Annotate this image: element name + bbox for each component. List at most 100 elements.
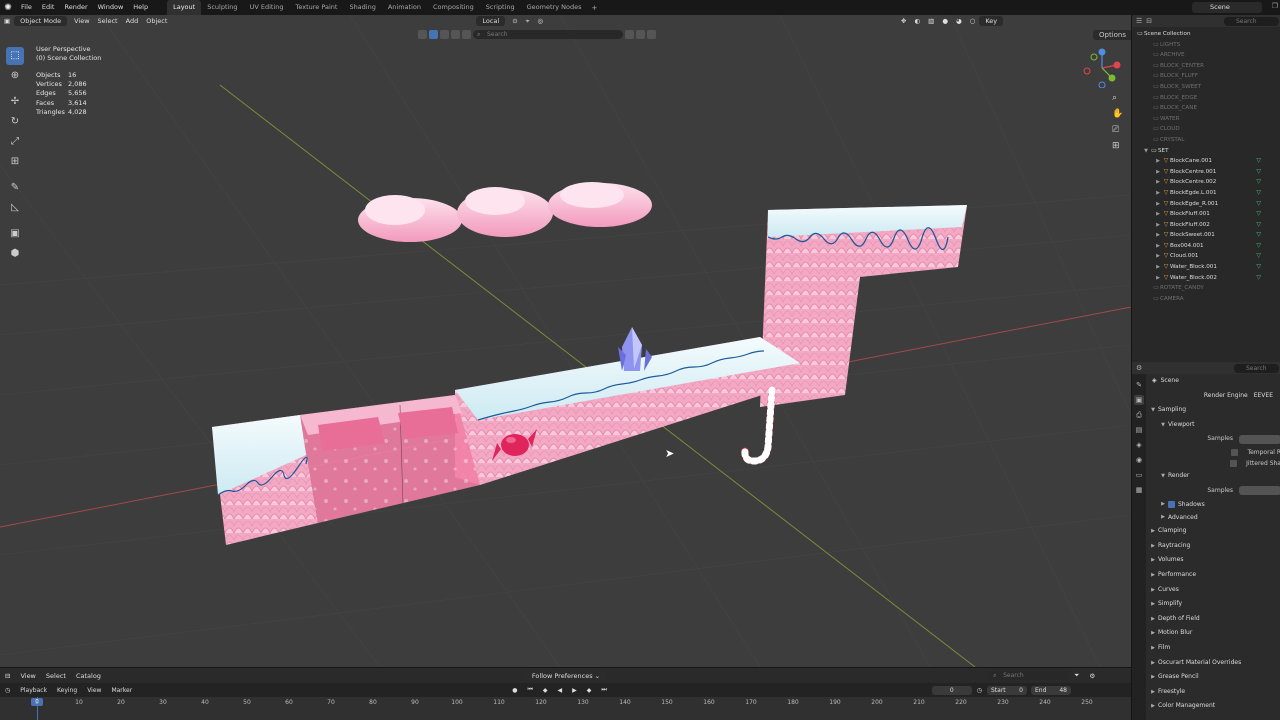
- outliner-object[interactable]: ▶ ▽ BlockEgde_R.001 ▽: [1132, 199, 1280, 210]
- pan-hand-icon[interactable]: ✋: [1112, 109, 1123, 119]
- playback-menu[interactable]: Playback: [15, 687, 52, 694]
- scale-tool-icon[interactable]: ⤢: [6, 133, 24, 151]
- tab-scripting[interactable]: Scripting: [480, 0, 521, 15]
- outliner-type-icon[interactable]: ☰: [1136, 17, 1142, 25]
- tab-shading[interactable]: Shading: [343, 0, 381, 15]
- render-engine-dropdown[interactable]: EEVEE: [1254, 389, 1273, 404]
- outliner-object[interactable]: ▶ ▽ Cloud.001 ▽: [1132, 251, 1280, 262]
- viewport-search-input[interactable]: Search: [473, 29, 623, 39]
- expand-icon[interactable]: ▶: [1154, 220, 1162, 231]
- outliner-search-input[interactable]: Search: [1224, 17, 1279, 26]
- record-icon[interactable]: ●: [507, 687, 522, 694]
- properties-type-icon[interactable]: ⚙: [1136, 364, 1142, 372]
- start-frame-field[interactable]: Start 0: [987, 685, 1027, 695]
- view-layer-tab-icon[interactable]: ▤: [1134, 425, 1144, 435]
- outliner-object[interactable]: ▶ ▽ BlockCane.001 ▽: [1132, 156, 1280, 167]
- shading-material-icon[interactable]: ◕: [952, 15, 966, 27]
- outliner-collection[interactable]: ▭ BLOCK_SWEET: [1132, 82, 1280, 93]
- outliner-object[interactable]: ▶ ▽ BlockFluff.001 ▽: [1132, 209, 1280, 220]
- properties-panel[interactable]: ▶ Simplify: [1148, 597, 1280, 612]
- expand-icon[interactable]: ▶: [1154, 262, 1162, 273]
- expand-icon[interactable]: ▶: [1154, 199, 1162, 210]
- samples-input[interactable]: [1239, 486, 1280, 496]
- timeline-menu-view[interactable]: View: [15, 672, 40, 680]
- outliner-object[interactable]: ▶ ▽ BlockCentre.001 ▽: [1132, 167, 1280, 178]
- properties-panel[interactable]: ▶ Curves: [1148, 583, 1280, 598]
- pivot-icon[interactable]: ⊙: [508, 15, 521, 27]
- properties-panel[interactable]: ▶ Oscurart Material Overrides: [1148, 656, 1280, 671]
- measure-tool-icon[interactable]: ◺: [6, 199, 24, 217]
- texture-tab-icon[interactable]: ▦: [1134, 485, 1144, 495]
- viewport-menu-view[interactable]: View: [70, 15, 93, 27]
- temporal-checkbox-row[interactable]: Temporal R: [1148, 447, 1280, 458]
- editor-type-icon[interactable]: ◷: [0, 687, 15, 694]
- current-frame-field[interactable]: 0: [931, 685, 972, 695]
- tab-uv-editing[interactable]: UV Editing: [244, 0, 290, 15]
- view-menu[interactable]: View: [82, 687, 106, 694]
- add-workspace-icon[interactable]: +: [587, 4, 601, 12]
- menu-help[interactable]: Help: [128, 0, 153, 15]
- properties-panel[interactable]: ▶ Volumes: [1148, 553, 1280, 568]
- timeline-search-input[interactable]: Search: [989, 671, 1070, 680]
- panel-advanced[interactable]: ▶ Advanced: [1148, 511, 1280, 524]
- tab-animation[interactable]: Animation: [382, 0, 427, 15]
- outliner-collection[interactable]: ▭ BLOCK_FLUFF: [1132, 71, 1280, 82]
- viewport-menu-object[interactable]: Object: [142, 15, 171, 27]
- outliner-set[interactable]: ▼ ▭ SET: [1132, 146, 1280, 157]
- key-button[interactable]: Key: [979, 16, 1004, 26]
- outliner-collection[interactable]: ▭ ARCHIVE: [1132, 50, 1280, 61]
- tab-compositing[interactable]: Compositing: [427, 0, 480, 15]
- camera-view-icon[interactable]: ⎚: [1112, 125, 1123, 135]
- checkbox[interactable]: [1231, 448, 1239, 456]
- menu-render[interactable]: Render: [59, 0, 92, 15]
- expand-icon[interactable]: ▶: [1154, 167, 1162, 178]
- transform-tool-icon[interactable]: ⊞: [6, 153, 24, 171]
- filter-camera-icon[interactable]: [462, 29, 471, 39]
- outliner-collection[interactable]: ▭ ROTATE_CANDY: [1132, 283, 1280, 294]
- filter-active-icon[interactable]: [429, 29, 438, 39]
- blender-logo-icon[interactable]: ✺: [0, 0, 16, 15]
- samples-input[interactable]: [1239, 435, 1280, 445]
- filter-funnel-icon[interactable]: ⏷: [1069, 671, 1084, 680]
- shading-rendered-icon[interactable]: ○: [966, 15, 980, 27]
- tab-geometry-nodes[interactable]: Geometry Nodes: [521, 0, 588, 15]
- mode-dropdown[interactable]: Object Mode: [14, 16, 68, 26]
- tab-layout[interactable]: Layout: [167, 0, 202, 15]
- sort-icon[interactable]: [636, 29, 645, 39]
- rotate-tool-icon[interactable]: ↻: [6, 113, 24, 131]
- panel-render[interactable]: ▼ Render: [1148, 469, 1280, 484]
- outliner-display-icon[interactable]: ⊟: [1146, 17, 1152, 25]
- options-button[interactable]: Options: [1093, 30, 1131, 40]
- outliner-collection[interactable]: ▭ WATER: [1132, 114, 1280, 125]
- add-cube-tool-icon[interactable]: ▣: [6, 225, 24, 243]
- properties-panel[interactable]: ▶ Color Management: [1148, 699, 1280, 714]
- panel-viewport[interactable]: ▼ Viewport: [1148, 418, 1280, 433]
- viewport-samples-field[interactable]: Samples: [1148, 432, 1280, 447]
- outliner-collection[interactable]: ▭ CLOUD: [1132, 124, 1280, 135]
- output-tab-icon[interactable]: ⎙: [1134, 410, 1144, 420]
- menu-window[interactable]: Window: [93, 0, 129, 15]
- outliner-object[interactable]: ▶ ▽ BlockSweet.001 ▽: [1132, 230, 1280, 241]
- xray-icon[interactable]: ▧: [924, 15, 938, 27]
- select-box-tool-icon[interactable]: ⬚: [6, 47, 24, 65]
- expand-icon[interactable]: ▶: [1154, 251, 1162, 262]
- filter-light-icon[interactable]: [451, 29, 460, 39]
- expand-icon[interactable]: ▶: [1154, 230, 1162, 241]
- collection-tab-icon[interactable]: ▭: [1134, 470, 1144, 480]
- overlay-icon[interactable]: ◐: [910, 15, 924, 27]
- filter-toggle-icon[interactable]: [418, 29, 427, 39]
- view-layer-icon[interactable]: ❐: [1272, 2, 1278, 10]
- world-tab-icon[interactable]: ◉: [1134, 455, 1144, 465]
- editor-type-icon[interactable]: ▣: [0, 15, 14, 27]
- settings-gear-icon[interactable]: ⚙: [1084, 672, 1100, 680]
- keying-menu[interactable]: Keying: [52, 687, 82, 694]
- outliner-collection[interactable]: ▭ BLOCK_CENTER: [1132, 61, 1280, 72]
- jittered-checkbox-row[interactable]: Jittered Sha: [1148, 458, 1280, 469]
- expand-icon[interactable]: ▼: [1142, 146, 1150, 157]
- filter-funnel-icon[interactable]: [647, 29, 656, 39]
- properties-search-input[interactable]: Search: [1234, 364, 1279, 373]
- transform-orientation-dropdown[interactable]: Local: [476, 16, 506, 26]
- annotate-tool-icon[interactable]: ✎: [6, 179, 24, 197]
- properties-panel[interactable]: ▶ Film: [1148, 641, 1280, 656]
- zoom-icon[interactable]: ⌕: [1112, 93, 1123, 103]
